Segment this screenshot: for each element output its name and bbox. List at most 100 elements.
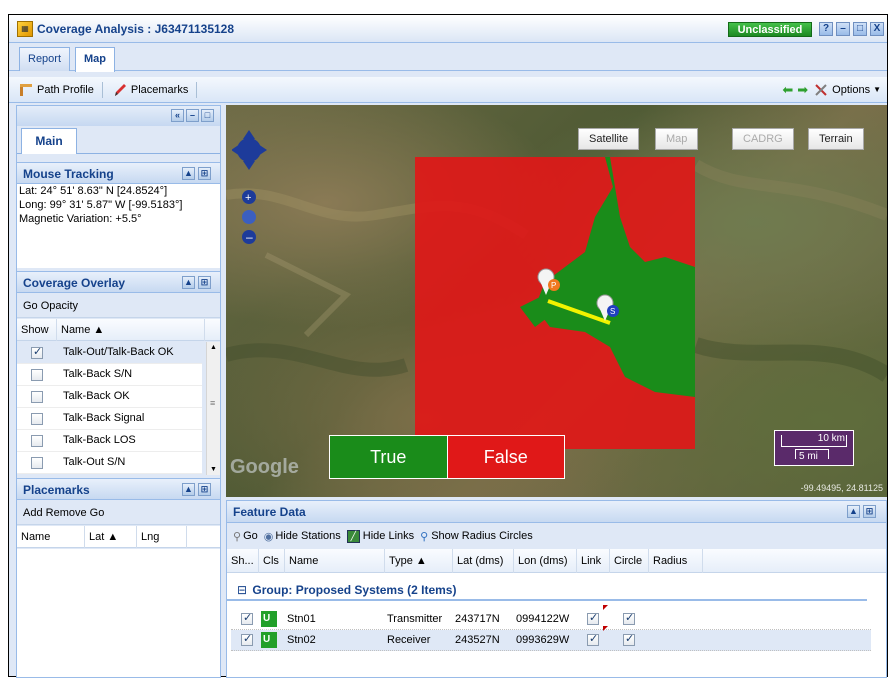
maximize-button[interactable]: □ [853, 22, 867, 36]
show-checkbox[interactable] [31, 435, 43, 447]
show-checkbox[interactable] [31, 345, 43, 359]
satellite-button[interactable]: Satellite [578, 128, 640, 150]
show-checkbox[interactable] [241, 632, 253, 646]
column-lon[interactable]: Lon (dms) [514, 549, 577, 573]
link-checkbox[interactable] [587, 632, 599, 646]
cadrg-button[interactable]: CADRG [732, 128, 794, 150]
show-checkbox[interactable] [31, 457, 43, 469]
arrow-right-icon[interactable]: ➡ [797, 82, 808, 98]
overlay-scrollbar[interactable]: ▲ ≡ ▼ [206, 342, 220, 475]
column-link[interactable]: Link [577, 549, 610, 573]
column-type[interactable]: Type ▲ [385, 549, 453, 573]
panel-minimize-icon[interactable]: – [186, 109, 199, 122]
feature-data-title: Feature Data [233, 505, 306, 519]
collapse-left-icon[interactable]: « [171, 109, 184, 122]
placemarks-button[interactable]: Placemarks [113, 83, 188, 97]
column-lng[interactable]: Lng [137, 526, 187, 548]
feature-data-header[interactable]: Feature Data ▲ ⊞ [227, 501, 886, 523]
show-checkbox[interactable] [31, 391, 43, 403]
latitude-cell: 243717N [455, 613, 500, 625]
overlay-row[interactable]: Talk-Out/Talk-Back OK [17, 342, 202, 364]
column-circle[interactable]: Circle [610, 549, 649, 573]
tab-map[interactable]: Map [75, 47, 115, 72]
column-lat[interactable]: Lat ▲ [85, 526, 137, 548]
column-show[interactable]: Show [17, 319, 57, 341]
go-button[interactable]: ⚲ Go [233, 530, 258, 543]
hide-stations-button[interactable]: ◉ Hide Stations [264, 530, 341, 543]
pin-icon[interactable]: ⊞ [863, 505, 876, 518]
overlay-row[interactable]: Talk-Back LOS [17, 430, 202, 452]
link-checkbox[interactable] [587, 611, 599, 625]
collapse-group-icon[interactable]: ⊟ [237, 583, 247, 597]
overlay-row[interactable]: Talk-Out S/N [17, 452, 202, 474]
map-coordinate-readout: -99.49495, 24.81125 [800, 483, 883, 493]
coverage-overlay-column-header: Show Name ▲ [17, 319, 220, 341]
toolbar-separator [101, 81, 103, 98]
collapse-up-icon[interactable]: ▲ [182, 276, 195, 289]
tab-report[interactable]: Report [19, 47, 71, 71]
link-icon: ╱ [346, 529, 360, 543]
table-row[interactable]: U [(Stn02 Receiver 243527N 0993629W [231, 626, 871, 661]
map-type-button[interactable]: Map [655, 128, 699, 150]
column-name[interactable]: Name ▲ [57, 319, 205, 341]
feature-data-columns: Sh... Cls Name Type ▲ Lat (dms) Lon (dms… [227, 549, 886, 573]
group-label: Group: Proposed Systems (2 Items) [252, 583, 457, 597]
title-bar: ▦ Coverage Analysis : J63471135128 Uncla… [9, 15, 887, 43]
pin-icon[interactable]: ⊞ [198, 167, 211, 180]
arrow-left-icon[interactable]: ⬅ [782, 82, 793, 98]
window-title: Coverage Analysis : J63471135128 [37, 21, 235, 36]
mouse-tracking-header[interactable]: Mouse Tracking ▲ ⊞ [17, 162, 220, 184]
column-radius[interactable]: Radius [649, 549, 703, 573]
help-button[interactable]: ? [819, 22, 833, 36]
column-cls[interactable]: Cls [259, 549, 285, 573]
pin-icon[interactable]: ⊞ [198, 483, 211, 496]
options-menu-button[interactable]: Options ▼ [814, 83, 881, 97]
show-radius-circles-button[interactable]: ⚲ Show Radius Circles [420, 530, 533, 543]
scroll-thumb-grip-icon[interactable]: ≡ [210, 398, 215, 408]
hide-links-button[interactable]: ╱ Hide Links [346, 529, 414, 543]
scroll-up-icon[interactable]: ▲ [210, 344, 217, 351]
tab-main[interactable]: Main [21, 128, 77, 154]
overlay-row[interactable]: Talk-Back OK [17, 386, 202, 408]
left-panel-header: « – □ [17, 106, 220, 126]
map-navigation-control[interactable]: + – [232, 125, 272, 255]
legend-false: False [446, 436, 564, 478]
station-s-marker[interactable]: S [596, 294, 619, 321]
scroll-down-icon[interactable]: ▼ [210, 466, 217, 473]
circle-checkbox[interactable] [623, 632, 635, 646]
map-view[interactable]: P S + – Satellite Map CADRG Terrain True… [226, 105, 887, 497]
tab-bar: Report Map [9, 43, 887, 72]
placemarks-header[interactable]: Placemarks ▲ ⊞ [17, 478, 220, 500]
collapse-up-icon[interactable]: ▲ [182, 483, 195, 496]
path-profile-button[interactable]: Path Profile [19, 83, 94, 97]
column-lat[interactable]: Lat (dms) [453, 549, 514, 573]
panel-restore-icon[interactable]: □ [201, 109, 214, 122]
column-name[interactable]: Name [17, 526, 85, 548]
station-p-marker[interactable]: P [537, 268, 560, 295]
placemarks-links[interactable]: Add Remove Go [17, 501, 220, 525]
overlay-row[interactable]: Talk-Back Signal [17, 408, 202, 430]
column-show[interactable]: Sh... [227, 549, 259, 573]
svg-text:–: – [246, 230, 253, 244]
group-row-proposed-systems[interactable]: ⊟ Group: Proposed Systems (2 Items) [227, 581, 867, 601]
terrain-button[interactable]: Terrain [808, 128, 864, 150]
close-button[interactable]: X [870, 22, 884, 36]
minimize-button[interactable]: – [836, 22, 850, 36]
collapse-up-icon[interactable]: ▲ [847, 505, 860, 518]
show-checkbox[interactable] [241, 611, 253, 625]
chevron-down-icon: ▼ [873, 85, 881, 94]
pin-icon[interactable]: ⊞ [198, 276, 211, 289]
pan-left-icon [232, 144, 240, 156]
show-checkbox[interactable] [31, 413, 43, 425]
scale-km: 10 km [817, 433, 845, 444]
overlay-row[interactable]: Talk-Back S/N [17, 364, 202, 386]
column-name[interactable]: Name [285, 549, 385, 573]
circle-checkbox[interactable] [623, 611, 635, 625]
show-checkbox[interactable] [31, 369, 43, 381]
table-row[interactable]: U [(Stn01 Transmitter 243717N 0994122W [231, 605, 871, 640]
globe-icon [242, 210, 256, 224]
magnetic-variation-readout: Magnetic Variation: +5.5° [19, 213, 142, 225]
coverage-overlay-links[interactable]: Go Opacity [17, 294, 220, 318]
coverage-overlay-header[interactable]: Coverage Overlay ▲ ⊞ [17, 271, 220, 293]
collapse-up-icon[interactable]: ▲ [182, 167, 195, 180]
